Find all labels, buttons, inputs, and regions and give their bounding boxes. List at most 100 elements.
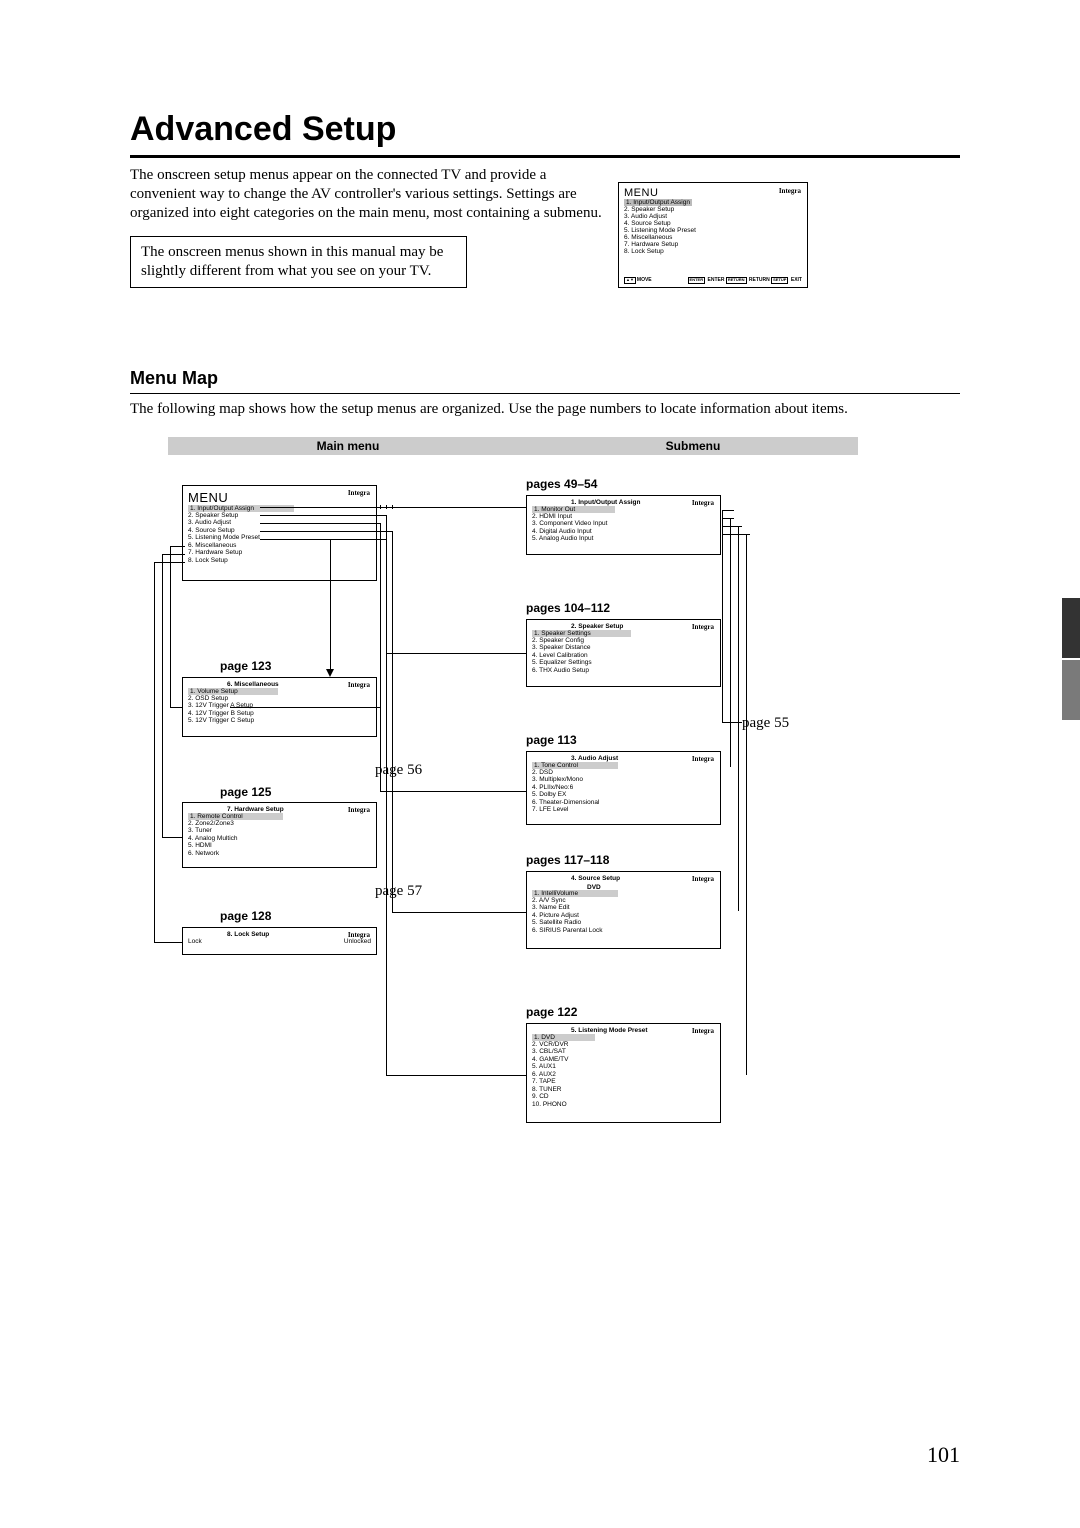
- menu-item: 8. Lock Setup: [188, 557, 371, 564]
- thumb-tab: [1062, 598, 1080, 658]
- menu-item: 5. HDMI: [188, 842, 371, 849]
- ref-item: 5. Listening Mode Preset: [624, 227, 802, 234]
- menu-item: 7. TAPE: [532, 1078, 715, 1085]
- section-text: The following map shows how the setup me…: [130, 400, 960, 419]
- page-label-listening: page 122: [526, 1005, 577, 1019]
- menu-item: 3. Name Edit: [532, 904, 715, 911]
- menu-item: 7. LFE Level: [532, 806, 715, 813]
- page-title: Advanced Setup: [130, 110, 960, 149]
- menu-item: 1. Volume Setup: [188, 688, 278, 695]
- ref-item: 2. Speaker Setup: [624, 206, 802, 213]
- brand-label: Integra: [692, 755, 714, 763]
- note-box: The onscreen menus shown in this manual …: [130, 236, 467, 288]
- col-header-main: Main menu: [168, 437, 528, 455]
- page-label-audio: page 113: [526, 733, 577, 747]
- page-label-misc: page 123: [220, 659, 271, 673]
- page-number: 101: [927, 1442, 960, 1468]
- menu-item: 3. Component Video Input: [532, 520, 715, 527]
- menu-item: 5. Analog Audio Input: [532, 535, 715, 542]
- menu-item: 1. IntelliVolume: [532, 890, 618, 897]
- source-card: 4. Source Setup DVD Integra 1. IntelliVo…: [526, 871, 721, 949]
- brand-label: Integra: [692, 875, 714, 883]
- col-header-sub: Submenu: [528, 437, 858, 455]
- listening-card: 5. Listening Mode Preset Integra 1. DVD …: [526, 1023, 721, 1123]
- ref-footer: ▲▼MOVE ENTER ENTER RETURN RETURN SETUP E…: [624, 277, 802, 284]
- menu-item: 6. SIRIUS Parental Lock: [532, 927, 715, 934]
- menu-item: 5. Dolby EX: [532, 791, 715, 798]
- menu-item: 2. HDMI Input: [532, 513, 715, 520]
- page-label-source: pages 117–118: [526, 853, 609, 867]
- brand-label: Integra: [348, 806, 370, 814]
- ref-item: 8. Lock Setup: [624, 248, 802, 255]
- brand-label: Integra: [348, 489, 370, 497]
- menu-item: 2. Speaker Setup: [188, 512, 371, 519]
- brand-label: Integra: [692, 499, 714, 507]
- menu-item: 1. DVD: [532, 1034, 595, 1041]
- menu-item: 6. Network: [188, 850, 371, 857]
- page-label-lock: page 128: [220, 909, 271, 923]
- menu-item: 3. CBL/SAT: [532, 1048, 715, 1055]
- menu-item: 3. Multiplex/Mono: [532, 776, 715, 783]
- ext-page-56: page 56: [375, 762, 422, 779]
- ref-menu-title: MENU: [624, 187, 802, 199]
- lock-label: Lock: [188, 938, 202, 945]
- brand-label: Integra: [348, 931, 370, 939]
- ext-page-57: page 57: [375, 883, 422, 900]
- page-label-io: pages 49–54: [526, 477, 597, 491]
- ext-page-55: page 55: [742, 715, 789, 732]
- menu-item: 5. 12V Trigger C Setup: [188, 717, 371, 724]
- intro-paragraph: The onscreen setup menus appear on the c…: [130, 166, 610, 222]
- ref-item: 3. Audio Adjust: [624, 213, 802, 220]
- menu-item: 6. Theater-Dimensional: [532, 799, 715, 806]
- menu-item: 4. Level Calibration: [532, 652, 715, 659]
- menu-map: Main menu Submenu MENU Integra 1. Input/…: [130, 437, 960, 1227]
- menu-item: 5. Equalizer Settings: [532, 659, 715, 666]
- card-sub: DVD: [587, 884, 601, 891]
- speaker-card: 2. Speaker Setup Integra 1. Speaker Sett…: [526, 619, 721, 687]
- menu-item: 2. Zone2/Zone3: [188, 820, 371, 827]
- page-label-speaker: pages 104–112: [526, 601, 610, 615]
- menu-item: 6. Miscellaneous: [188, 542, 371, 549]
- menu-item: 3. Speaker Distance: [532, 644, 715, 651]
- menu-item: 2. A/V Sync: [532, 897, 715, 904]
- menu-item: 4. PLIIx/Neo:6: [532, 784, 715, 791]
- main-menu-card: MENU Integra 1. Input/Output Assign 2. S…: [182, 485, 377, 581]
- main-menu-title: MENU: [188, 490, 371, 505]
- ref-item: 4. Source Setup: [624, 220, 802, 227]
- menu-item: 1. Remote Control: [188, 813, 283, 820]
- menu-item: 2. Speaker Config: [532, 637, 715, 644]
- menu-item: 5. Satellite Radio: [532, 919, 715, 926]
- brand-label: Integra: [692, 1027, 714, 1035]
- hardware-card: 7. Hardware Setup Integra 1. Remote Cont…: [182, 802, 377, 868]
- lock-value: Unlocked: [344, 938, 371, 945]
- menu-item: 10. PHONO: [532, 1101, 715, 1108]
- menu-item: 5. AUX1: [532, 1063, 715, 1070]
- brand-label: Integra: [348, 681, 370, 689]
- menu-item: 9. CD: [532, 1093, 715, 1100]
- menu-item: 1. Tone Control: [532, 762, 618, 769]
- io-card: 1. Input/Output Assign Integra 1. Monito…: [526, 495, 721, 555]
- menu-item: 2. OSD Setup: [188, 695, 371, 702]
- ref-item: 6. Miscellaneous: [624, 234, 802, 241]
- brand-label: Integra: [779, 187, 801, 195]
- lock-card: 8. Lock Setup Integra Lock Unlocked: [182, 927, 377, 955]
- menu-item: 4. GAME/TV: [532, 1056, 715, 1063]
- reference-menu-screenshot: MENU Integra 1. Input/Output Assign 2. S…: [618, 182, 808, 288]
- audio-card: 3. Audio Adjust Integra 1. Tone Control …: [526, 751, 721, 825]
- menu-item: 1. Monitor Out: [532, 506, 615, 513]
- menu-item: 4. Analog Multich: [188, 835, 371, 842]
- menu-item: 3. Tuner: [188, 827, 371, 834]
- menu-item: 2. DSD: [532, 769, 715, 776]
- menu-item: 6. THX Audio Setup: [532, 667, 715, 674]
- menu-item: 4. Digital Audio Input: [532, 528, 715, 535]
- ref-item: 7. Hardware Setup: [624, 241, 802, 248]
- menu-item: 4. Picture Adjust: [532, 912, 715, 919]
- menu-item: 6. AUX2: [532, 1071, 715, 1078]
- ref-item: 1. Input/Output Assign: [624, 199, 692, 206]
- thumb-tab: [1062, 660, 1080, 720]
- brand-label: Integra: [692, 623, 714, 631]
- menu-item: 8. TUNER: [532, 1086, 715, 1093]
- menu-item: 7. Hardware Setup: [188, 549, 371, 556]
- section-heading: Menu Map: [130, 368, 960, 394]
- title-rule: [130, 155, 960, 158]
